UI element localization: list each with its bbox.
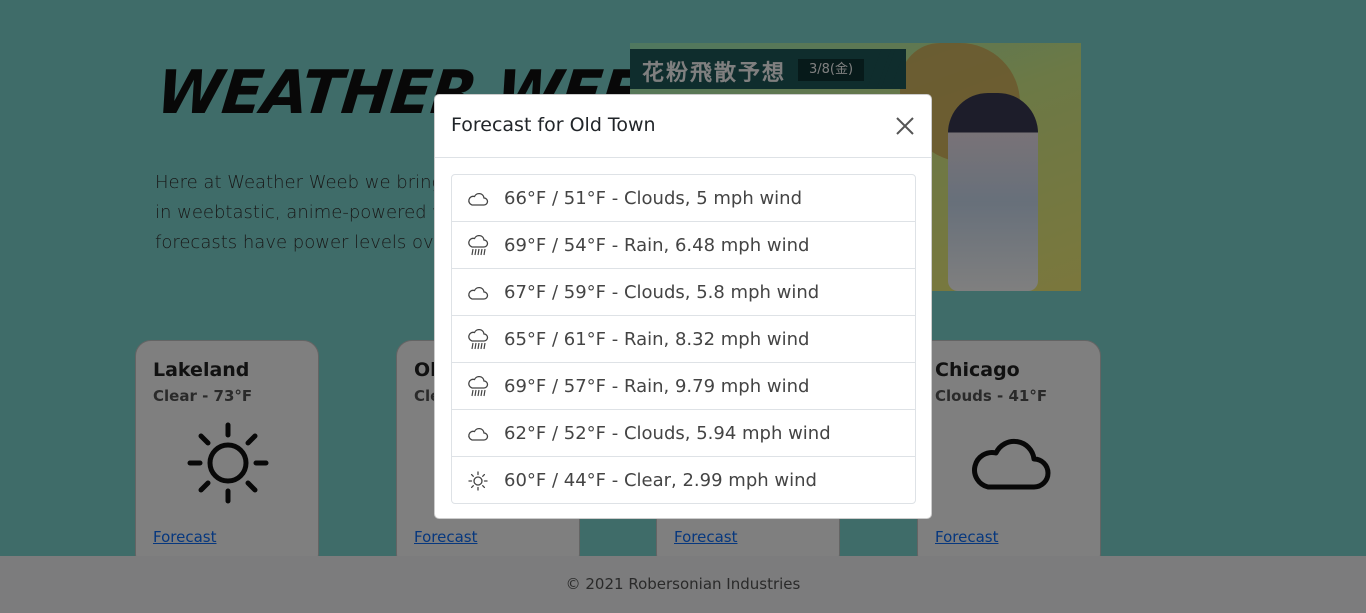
forecast-modal: Forecast for Old Town 66°F / 51°F - Clou… — [434, 94, 932, 519]
cloud-icon — [468, 192, 489, 206]
cloud-icon — [468, 286, 489, 300]
forecast-item: 66°F / 51°F - Clouds, 5 mph wind — [452, 175, 915, 222]
forecast-list: 66°F / 51°F - Clouds, 5 mph wind 69°F / … — [451, 174, 916, 504]
forecast-text: 60°F / 44°F - Clear, 2.99 mph wind — [504, 470, 817, 491]
rain-icon — [468, 376, 489, 397]
forecast-text: 66°F / 51°F - Clouds, 5 mph wind — [504, 188, 803, 209]
forecast-item: 65°F / 61°F - Rain, 8.32 mph wind — [452, 316, 915, 363]
forecast-text: 67°F / 59°F - Clouds, 5.8 mph wind — [504, 282, 820, 303]
forecast-item: 69°F / 54°F - Rain, 6.48 mph wind — [452, 222, 915, 269]
forecast-item: 60°F / 44°F - Clear, 2.99 mph wind — [452, 457, 915, 503]
rain-icon — [468, 329, 489, 350]
forecast-item: 67°F / 59°F - Clouds, 5.8 mph wind — [452, 269, 915, 316]
rain-icon — [468, 235, 489, 256]
forecast-item: 69°F / 57°F - Rain, 9.79 mph wind — [452, 363, 915, 410]
cloud-icon — [468, 427, 489, 441]
close-icon[interactable] — [893, 114, 917, 138]
forecast-item: 62°F / 52°F - Clouds, 5.94 mph wind — [452, 410, 915, 457]
forecast-text: 69°F / 57°F - Rain, 9.79 mph wind — [504, 376, 810, 397]
forecast-text: 62°F / 52°F - Clouds, 5.94 mph wind — [504, 423, 831, 444]
forecast-text: 69°F / 54°F - Rain, 6.48 mph wind — [504, 235, 810, 256]
sun-icon — [468, 471, 488, 491]
modal-header: Forecast for Old Town — [435, 95, 931, 158]
modal-title: Forecast for Old Town — [451, 114, 656, 136]
forecast-text: 65°F / 61°F - Rain, 8.32 mph wind — [504, 329, 810, 350]
